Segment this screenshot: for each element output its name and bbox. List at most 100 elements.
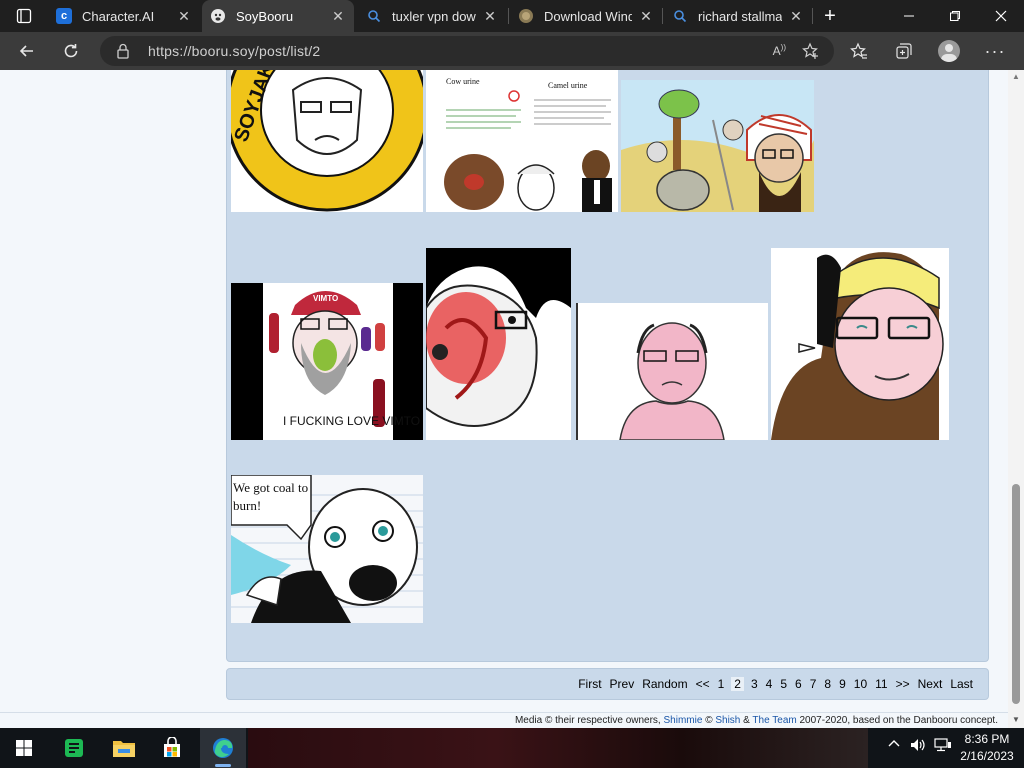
clock-date: 2/16/2023 xyxy=(960,749,1014,763)
close-tab-icon[interactable]: ✕ xyxy=(482,8,498,25)
new-tab-button[interactable]: + xyxy=(816,4,844,28)
soybooru-icon xyxy=(210,8,226,24)
lock-icon[interactable] xyxy=(116,43,130,64)
back-button[interactable] xyxy=(12,36,42,66)
page-link-6[interactable]: 6 xyxy=(794,677,803,691)
favorites-icon[interactable] xyxy=(844,36,874,66)
tab-tuxler-search[interactable]: tuxler vpn down ✕ xyxy=(358,0,506,32)
page-link-9[interactable]: 9 xyxy=(838,677,847,691)
close-tab-icon[interactable]: ✕ xyxy=(638,8,654,25)
chevron-up-icon[interactable] xyxy=(888,738,900,753)
page-random-link[interactable]: Random xyxy=(641,677,688,691)
page-link-8[interactable]: 8 xyxy=(823,677,832,691)
tab-label: SoyBooru xyxy=(236,8,294,24)
pagination-bar: First Prev Random << 1 2 3 4 5 6 7 8 9 1… xyxy=(226,668,989,700)
footer-prefix: Media © their respective owners, xyxy=(514,715,661,726)
microsoft-store-icon[interactable] xyxy=(158,734,186,762)
vimto-caption: I FUCKING LOVE VIMTO xyxy=(283,414,420,428)
the-team-link[interactable]: The Team xyxy=(752,715,796,726)
page-link-4[interactable]: 4 xyxy=(765,677,774,691)
tab-label: Character.AI xyxy=(82,8,155,24)
taskbar: 8:36 PM 2/16/2023 xyxy=(0,728,1024,768)
restore-button[interactable] xyxy=(932,0,978,32)
close-tab-icon[interactable]: ✕ xyxy=(176,8,192,25)
profile-avatar[interactable] xyxy=(938,40,960,62)
footer-amp: & xyxy=(743,715,750,726)
thumb-soyjak-party-logo[interactable]: SOYJAK PARTY xyxy=(231,70,423,212)
more-options-icon[interactable]: ··· xyxy=(980,36,1010,66)
page-last-link[interactable]: Last xyxy=(949,677,974,691)
windows-start-icon[interactable] xyxy=(10,734,38,762)
page-next-block-link[interactable]: >> xyxy=(895,677,911,691)
tab-strip: c Character.AI ✕ SoyBooru ✕ tuxler vpn d… xyxy=(0,0,1024,32)
caption-camel: Camel urine xyxy=(548,81,588,90)
tab-richard-stallman-search[interactable]: richard stallman ✕ xyxy=(664,0,812,32)
thumb-blonde-glasses-soyjak[interactable] xyxy=(771,248,949,440)
page-prev-block-link[interactable]: << xyxy=(695,677,711,691)
tab-separator xyxy=(508,8,509,24)
page-content: SOYJAK PARTY Cow urine Camel urine xyxy=(0,70,1008,728)
edge-taskbar-button[interactable] xyxy=(200,728,246,768)
clock-time: 8:36 PM xyxy=(964,732,1010,746)
desktop-wallpaper-strip xyxy=(248,728,868,768)
green-notes-app-icon[interactable] xyxy=(60,734,88,762)
edge-icon xyxy=(209,734,237,762)
shimmie-link[interactable]: Shimmie xyxy=(664,715,703,726)
close-tab-icon[interactable]: ✕ xyxy=(330,8,346,25)
tab-label: Download Wind xyxy=(544,8,632,24)
globe-icon xyxy=(518,8,534,24)
close-window-button[interactable] xyxy=(978,0,1024,32)
page-link-11[interactable]: 11 xyxy=(874,677,888,691)
browser-toolbar: https://booru.soy/post/list/2 A)) ··· xyxy=(0,32,1024,70)
page-link-10[interactable]: 10 xyxy=(853,677,868,691)
character-ai-icon: c xyxy=(56,8,72,24)
address-url[interactable]: https://booru.soy/post/list/2 xyxy=(148,43,320,59)
system-clock[interactable]: 8:36 PM 2/16/2023 xyxy=(956,731,1018,765)
thumb-red-face-closeup[interactable] xyxy=(426,248,571,440)
footer-copyright: © xyxy=(705,715,713,726)
file-explorer-icon[interactable] xyxy=(110,734,138,762)
footer-suffix: 2007-2020, based on the Danbooru concept… xyxy=(799,715,999,726)
read-aloud-label: A xyxy=(772,44,781,58)
network-icon[interactable] xyxy=(934,738,952,755)
page-current-2: 2 xyxy=(731,677,744,691)
cap-text: VIMTO xyxy=(313,294,338,303)
tab-label: richard stallman xyxy=(698,8,782,24)
close-tab-icon[interactable]: ✕ xyxy=(788,8,804,25)
tab-character-ai[interactable]: c Character.AI ✕ xyxy=(48,0,200,32)
thumb-cow-camel-urine[interactable]: Cow urine Camel urine xyxy=(426,70,618,212)
page-next-link[interactable]: Next xyxy=(917,677,944,691)
shish-link[interactable]: Shish xyxy=(715,715,740,726)
thumb-pink-bald-soyjak[interactable] xyxy=(576,303,768,440)
page-link-1[interactable]: 1 xyxy=(717,677,726,691)
tab-separator xyxy=(662,8,663,24)
page-first-link[interactable]: First xyxy=(577,677,602,691)
page-link-7[interactable]: 7 xyxy=(809,677,818,691)
page-link-5[interactable]: 5 xyxy=(779,677,788,691)
refresh-button[interactable] xyxy=(56,36,86,66)
search-icon xyxy=(672,8,688,24)
volume-icon[interactable] xyxy=(910,738,926,755)
page-prev-link[interactable]: Prev xyxy=(609,677,636,691)
add-favorite-icon[interactable] xyxy=(802,42,820,65)
address-bar[interactable]: https://booru.soy/post/list/2 A)) xyxy=(100,36,834,66)
search-icon xyxy=(366,8,382,24)
page-link-3[interactable]: 3 xyxy=(750,677,759,691)
scrollbar-thumb[interactable] xyxy=(1012,484,1020,704)
tab-download-windows[interactable]: Download Wind ✕ xyxy=(510,0,662,32)
collections-icon[interactable] xyxy=(889,36,919,66)
tab-soybooru[interactable]: SoyBooru ✕ xyxy=(202,0,354,32)
thumb-coal-soyjak[interactable]: We got coal to burn! xyxy=(231,475,423,623)
scroll-up-icon[interactable]: ▲ xyxy=(1012,72,1020,81)
coal-caption: We got coal to burn! xyxy=(233,480,309,513)
minimize-button[interactable] xyxy=(886,0,932,32)
page-scrollbar[interactable]: ▲ ▼ xyxy=(1008,70,1024,728)
tab-actions-icon[interactable] xyxy=(8,4,40,28)
footer: Media © their respective owners, Shimmie… xyxy=(0,712,1008,728)
tab-label: tuxler vpn down xyxy=(392,8,476,24)
thumb-desert-soyjaks[interactable] xyxy=(621,80,814,212)
tab-separator xyxy=(812,8,813,24)
scroll-down-icon[interactable]: ▼ xyxy=(1012,715,1020,724)
read-aloud-icon[interactable]: A)) xyxy=(773,43,786,58)
thumb-vimto-soyjak[interactable]: VIMTO I FUCKING LOVE VIMTO xyxy=(231,283,423,440)
